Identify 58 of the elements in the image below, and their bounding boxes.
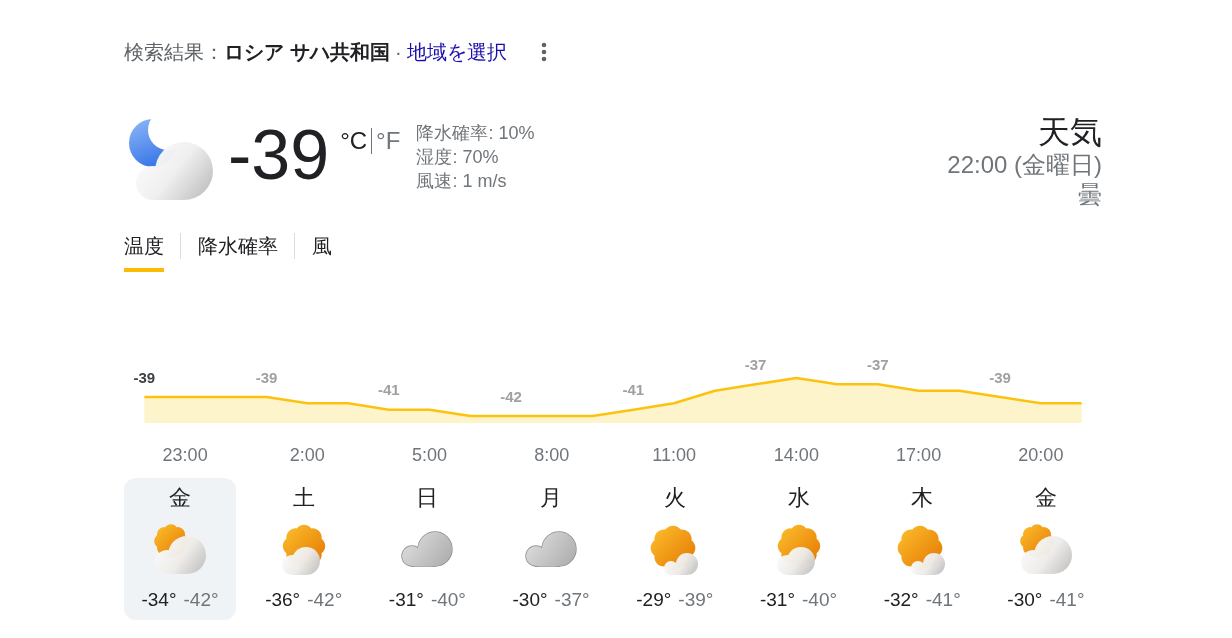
day-name: 金 <box>1034 484 1057 512</box>
low-temperature: -42° <box>307 588 343 612</box>
time-label: 2:00 <box>289 445 325 465</box>
region-link[interactable]: 地域を選択 <box>406 41 507 63</box>
time-label: 14:00 <box>773 445 819 465</box>
weather-condition: 曇 <box>1078 180 1102 210</box>
low-temperature: -40° <box>802 588 838 612</box>
chart-tab[interactable]: 降水確率 <box>198 232 278 272</box>
chart-tab[interactable]: 風 <box>312 232 332 272</box>
high-temperature: -30° <box>1007 588 1043 612</box>
temperature-label: -42 <box>500 387 522 405</box>
day-name: 水 <box>787 484 810 512</box>
temperature-label: -37 <box>744 355 767 373</box>
unit-option[interactable]: °C <box>340 127 368 155</box>
high-temperature: -31° <box>388 588 424 612</box>
low-temperature: -42° <box>183 588 219 612</box>
more-options-icon[interactable] <box>540 42 547 62</box>
temperature-label: -39 <box>133 368 156 386</box>
low-temperature: -41° <box>925 588 961 612</box>
time-label: 17:00 <box>896 445 942 465</box>
high-temperature: -31° <box>759 588 795 612</box>
time-label: 8:00 <box>534 445 570 465</box>
time-label: 23:00 <box>162 445 208 465</box>
high-temperature: -36° <box>265 588 301 612</box>
temperature-label: -37 <box>867 355 889 373</box>
weather-detail: 降水確率: 10% <box>416 122 535 145</box>
weather-title: 天気 <box>1038 114 1102 150</box>
day-name: 月 <box>540 484 563 512</box>
high-temperature: -32° <box>883 588 919 612</box>
low-temperature: -40° <box>430 588 466 612</box>
low-temperature: -41° <box>1049 588 1085 612</box>
unit-option[interactable]: °F <box>376 127 401 155</box>
day-name: 土 <box>292 484 315 512</box>
chart-tab[interactable]: 温度 <box>124 232 164 272</box>
current-temperature: -39 <box>228 119 330 191</box>
high-temperature: -34° <box>141 588 177 612</box>
day-name: 木 <box>911 484 934 512</box>
temperature-label: -41 <box>378 381 400 399</box>
day-name: 日 <box>416 484 439 512</box>
temperature-label: -39 <box>255 368 278 386</box>
sun-behind-cloud-icon <box>152 521 208 577</box>
low-temperature: -39° <box>678 588 714 612</box>
time-label: 5:00 <box>412 445 448 465</box>
day-forecast-card[interactable]: 金 -34° -42° <box>124 478 236 620</box>
search-result-heading: 検索結果：ロシア サハ共和国 · 地域を選択 <box>124 40 507 65</box>
low-temperature: -37° <box>554 588 590 612</box>
temperature-label: -39 <box>989 368 1011 386</box>
time-label: 20:00 <box>1018 445 1064 465</box>
high-temperature: -30° <box>512 588 548 612</box>
day-name: 火 <box>663 484 686 512</box>
weather-detail: 風速: 1 m/s <box>416 170 508 193</box>
sun-behind-cloud-icon <box>1017 521 1074 577</box>
forecast-time: 22:00 (金曜日) <box>947 150 1102 180</box>
day-name: 金 <box>169 484 191 512</box>
temperature-label: -41 <box>622 381 645 399</box>
time-label: 11:00 <box>652 445 696 465</box>
weather-detail: 湿度: 70% <box>416 146 500 169</box>
high-temperature: -29° <box>636 588 672 612</box>
